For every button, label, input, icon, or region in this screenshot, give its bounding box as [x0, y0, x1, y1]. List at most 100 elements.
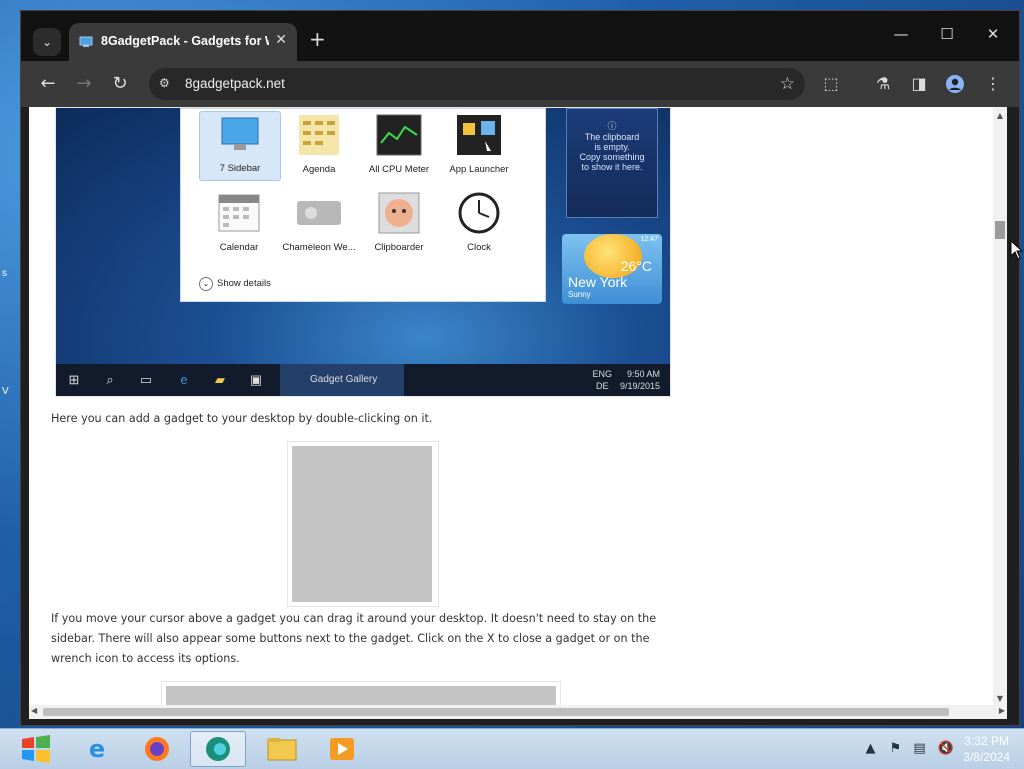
inner-date: 9/19/2015 — [619, 381, 660, 391]
scroll-down-arrow-icon[interactable]: ▼ — [995, 694, 1005, 703]
inner-clock: 9:50 AM 9/19/2015 — [620, 368, 660, 392]
site-info-icon[interactable]: ⚙ — [159, 76, 175, 92]
gallery-item-label: All CPU Meter — [368, 164, 430, 175]
mouse-cursor-icon — [1010, 239, 1024, 264]
image-placeholder — [166, 686, 556, 705]
gallery-item-label: Agenda — [302, 164, 336, 175]
inner-time: 9:50 AM — [626, 369, 660, 379]
os-taskbar: e ▲ ⚑ ▤ 🔇 3:32 PM 3/8/2024 — [0, 728, 1024, 769]
gallery-item-label: Clock — [467, 242, 491, 253]
clock-icon — [458, 192, 500, 234]
firefox-icon — [145, 737, 169, 761]
image-frame — [287, 441, 439, 607]
keyboard-code: DE — [595, 381, 609, 391]
weather-temp: 26°C — [620, 258, 652, 274]
action-center-flag-icon[interactable]: ⚑ — [890, 741, 902, 756]
gadget-gallery-screenshot: 7 Sidebar Agenda All CPU Meter App Launc… — [55, 107, 671, 397]
edge-icon — [206, 737, 230, 761]
reload-icon[interactable]: ↻ — [109, 73, 131, 95]
gadget-gallery-label: Gadget Gallery — [310, 374, 378, 385]
address-bar[interactable]: ⚙ 8gadgetpack.net ☆ — [149, 68, 805, 100]
media-player-icon — [330, 738, 354, 760]
store-icon: ▣ — [249, 372, 263, 387]
gallery-item-label: Calendar — [219, 242, 259, 253]
tab-search-button[interactable]: ⌄ — [33, 28, 61, 56]
system-clock[interactable]: 3:32 PM 3/8/2024 — [963, 733, 1010, 765]
clock-time: 3:32 PM — [964, 734, 1009, 748]
active-tab[interactable]: 8GadgetPack - Gadgets for Wi ✕ — [69, 23, 297, 61]
weather-condition: Sunny — [568, 290, 591, 299]
windows-start-icon: ⊞ — [68, 372, 80, 387]
weather-city: New York — [568, 274, 628, 290]
gadget-gallery-taskbar-item: Gadget Gallery — [280, 364, 404, 396]
internet-explorer-icon: e — [88, 735, 106, 763]
tab-title: 8GadgetPack - Gadgets for Wi — [101, 34, 269, 48]
calendar-icon — [218, 194, 260, 232]
browser-toolbar: ← → ↻ ⚙ 8gadgetpack.net ☆ ⬚ ⚗ ◨ ⋮ — [21, 61, 1019, 107]
scroll-left-arrow-icon[interactable]: ◀ — [31, 706, 37, 715]
new-tab-button[interactable]: + — [309, 29, 326, 49]
tab-close-icon[interactable]: ✕ — [275, 32, 287, 48]
clock-date: 3/8/2024 — [963, 750, 1010, 764]
profile-avatar-icon[interactable] — [945, 74, 965, 94]
gallery-item: Calendar — [199, 191, 279, 253]
clipboard-text: to show it here. — [581, 162, 643, 172]
back-arrow-icon[interactable]: ← — [37, 73, 59, 95]
app-launcher-icon — [457, 115, 501, 155]
taskbar-file-explorer[interactable] — [254, 731, 310, 767]
language-code: ENG — [592, 369, 612, 379]
clipboard-gadget: ⓘ The clipboard is empty. Copy something… — [566, 108, 658, 218]
forward-arrow-icon[interactable]: → — [73, 73, 95, 95]
minimize-button[interactable]: — — [889, 25, 913, 43]
scrollbar-thumb[interactable] — [995, 221, 1005, 239]
task-view-icon: ▭ — [139, 372, 153, 387]
vertical-scrollbar[interactable]: ▲ ▼ — [993, 107, 1007, 705]
sidebar-monitor-icon — [221, 117, 259, 150]
show-hidden-icons-icon[interactable]: ▲ — [865, 741, 875, 756]
volume-muted-icon[interactable]: 🔇 — [938, 741, 954, 756]
page-viewport[interactable]: 7 Sidebar Agenda All CPU Meter App Launc… — [29, 107, 1007, 705]
gallery-item-label: App Launcher — [449, 164, 509, 175]
taskbar-ie[interactable]: e — [70, 731, 126, 767]
chevron-down-icon: ⌄ — [41, 35, 53, 49]
maximize-button[interactable]: ☐ — [935, 25, 959, 43]
extensions-icon[interactable]: ⬚ — [821, 74, 841, 94]
taskbar-firefox[interactable] — [130, 731, 186, 767]
scroll-up-arrow-icon[interactable]: ▲ — [995, 111, 1005, 120]
clipboarder-icon — [378, 192, 420, 234]
taskbar-edge[interactable] — [190, 731, 246, 767]
gallery-item: App Launcher — [439, 113, 519, 175]
browser-window: ⌄ 8GadgetPack - Gadgets for Wi ✕ + — ☐ ✕… — [20, 10, 1020, 726]
chevron-down-icon: ⌄ — [199, 277, 213, 291]
scrollbar-thumb[interactable] — [43, 708, 949, 716]
clipboard-text: Copy something — [579, 152, 645, 162]
folder-icon: ▰ — [215, 372, 225, 387]
clipboard-text: is empty. — [594, 142, 630, 152]
inner-taskbar: ⊞ ⌕ ▭ e ▰ ▣ Gadget Gallery ENG DE 9:50 A… — [56, 364, 670, 396]
gallery-item: Chameleon We... — [279, 191, 359, 253]
weather-gadget: 12:47 26°C New York Sunny — [562, 234, 662, 304]
close-button[interactable]: ✕ — [981, 25, 1005, 43]
show-details-label: Show details — [217, 278, 271, 289]
url-text[interactable]: 8gadgetpack.net — [185, 76, 285, 91]
paragraph-line: If you move your cursor above a gadget y… — [51, 612, 657, 625]
gallery-item-label: Clipboarder — [374, 242, 424, 253]
labs-flask-icon[interactable]: ⚗ — [873, 74, 893, 94]
bookmark-star-icon[interactable]: ☆ — [780, 74, 795, 94]
image-frame — [161, 681, 561, 705]
start-button[interactable] — [10, 731, 66, 767]
cpu-meter-icon — [376, 114, 422, 156]
horizontal-scrollbar[interactable]: ◀ ▶ — [29, 705, 1007, 719]
search-icon: ⌕ — [106, 372, 114, 387]
paragraph-line: sidebar. There will also appear some but… — [51, 632, 650, 645]
clipboard-text: The clipboard — [584, 132, 640, 142]
desktop-text-fragment: s — [2, 268, 7, 279]
taskbar-media-player[interactable] — [316, 731, 372, 767]
side-panel-icon[interactable]: ◨ — [909, 74, 929, 94]
weather-time: 12:47 — [640, 236, 658, 243]
menu-kebab-icon[interactable]: ⋮ — [983, 74, 1003, 94]
network-icon[interactable]: ▤ — [913, 741, 925, 756]
folder-icon — [267, 738, 297, 761]
scroll-right-arrow-icon[interactable]: ▶ — [999, 706, 1005, 715]
image-placeholder — [292, 446, 432, 602]
